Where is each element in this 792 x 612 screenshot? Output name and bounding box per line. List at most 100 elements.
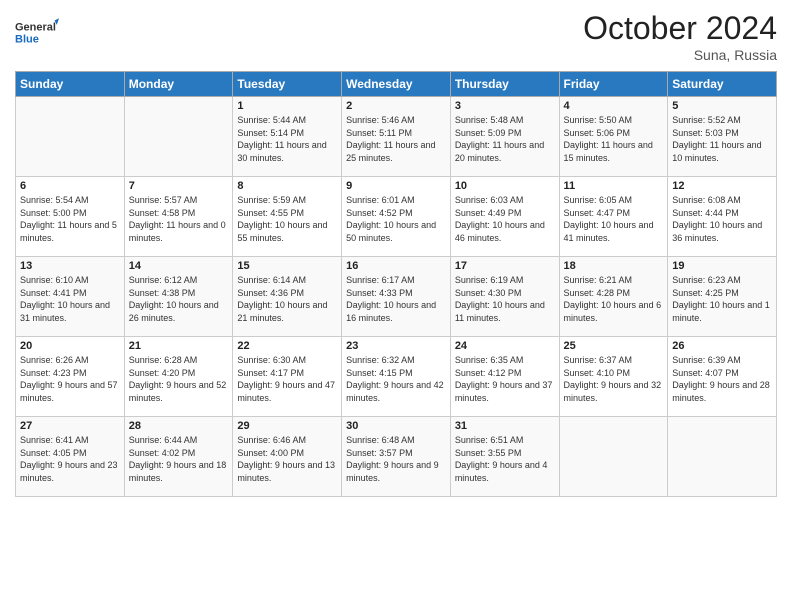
table-row: 18 Sunrise: 6:21 AMSunset: 4:28 PMDaylig… — [559, 257, 668, 337]
svg-text:General: General — [15, 21, 56, 33]
day-info: Sunrise: 6:01 AMSunset: 4:52 PMDaylight:… — [346, 194, 446, 244]
table-row: 9 Sunrise: 6:01 AMSunset: 4:52 PMDayligh… — [342, 177, 451, 257]
table-row: 31 Sunrise: 6:51 AMSunset: 3:55 PMDaylig… — [450, 417, 559, 497]
table-row: 14 Sunrise: 6:12 AMSunset: 4:38 PMDaylig… — [124, 257, 233, 337]
day-number: 9 — [346, 180, 446, 192]
day-info: Sunrise: 5:59 AMSunset: 4:55 PMDaylight:… — [237, 194, 337, 244]
day-number: 15 — [237, 260, 337, 272]
location: Suna, Russia — [583, 47, 777, 63]
day-info: Sunrise: 6:51 AMSunset: 3:55 PMDaylight:… — [455, 434, 555, 484]
table-row: 15 Sunrise: 6:14 AMSunset: 4:36 PMDaylig… — [233, 257, 342, 337]
table-row: 25 Sunrise: 6:37 AMSunset: 4:10 PMDaylig… — [559, 337, 668, 417]
day-number: 22 — [237, 340, 337, 352]
calendar-table: Sunday Monday Tuesday Wednesday Thursday… — [15, 71, 777, 497]
day-number: 5 — [672, 100, 772, 112]
day-number: 30 — [346, 420, 446, 432]
day-info: Sunrise: 5:54 AMSunset: 5:00 PMDaylight:… — [20, 194, 120, 244]
day-number: 6 — [20, 180, 120, 192]
day-number: 27 — [20, 420, 120, 432]
day-info: Sunrise: 6:08 AMSunset: 4:44 PMDaylight:… — [672, 194, 772, 244]
day-info: Sunrise: 5:48 AMSunset: 5:09 PMDaylight:… — [455, 114, 555, 164]
day-number: 11 — [564, 180, 664, 192]
day-number: 12 — [672, 180, 772, 192]
table-row: 20 Sunrise: 6:26 AMSunset: 4:23 PMDaylig… — [16, 337, 125, 417]
table-row — [124, 97, 233, 177]
table-row: 19 Sunrise: 6:23 AMSunset: 4:25 PMDaylig… — [668, 257, 777, 337]
table-row: 24 Sunrise: 6:35 AMSunset: 4:12 PMDaylig… — [450, 337, 559, 417]
day-info: Sunrise: 6:03 AMSunset: 4:49 PMDaylight:… — [455, 194, 555, 244]
day-info: Sunrise: 6:19 AMSunset: 4:30 PMDaylight:… — [455, 274, 555, 324]
logo: General Blue — [15, 10, 59, 54]
table-row: 7 Sunrise: 5:57 AMSunset: 4:58 PMDayligh… — [124, 177, 233, 257]
table-row: 17 Sunrise: 6:19 AMSunset: 4:30 PMDaylig… — [450, 257, 559, 337]
day-info: Sunrise: 6:05 AMSunset: 4:47 PMDaylight:… — [564, 194, 664, 244]
day-number: 13 — [20, 260, 120, 272]
day-info: Sunrise: 6:28 AMSunset: 4:20 PMDaylight:… — [129, 354, 229, 404]
day-number: 26 — [672, 340, 772, 352]
day-number: 19 — [672, 260, 772, 272]
day-info: Sunrise: 6:21 AMSunset: 4:28 PMDaylight:… — [564, 274, 664, 324]
day-number: 3 — [455, 100, 555, 112]
day-number: 31 — [455, 420, 555, 432]
day-number: 7 — [129, 180, 229, 192]
table-row: 2 Sunrise: 5:46 AMSunset: 5:11 PMDayligh… — [342, 97, 451, 177]
day-info: Sunrise: 6:46 AMSunset: 4:00 PMDaylight:… — [237, 434, 337, 484]
day-info: Sunrise: 6:44 AMSunset: 4:02 PMDaylight:… — [129, 434, 229, 484]
table-row: 1 Sunrise: 5:44 AMSunset: 5:14 PMDayligh… — [233, 97, 342, 177]
day-number: 21 — [129, 340, 229, 352]
day-info: Sunrise: 6:17 AMSunset: 4:33 PMDaylight:… — [346, 274, 446, 324]
day-info: Sunrise: 5:52 AMSunset: 5:03 PMDaylight:… — [672, 114, 772, 164]
day-info: Sunrise: 6:30 AMSunset: 4:17 PMDaylight:… — [237, 354, 337, 404]
day-info: Sunrise: 5:46 AMSunset: 5:11 PMDaylight:… — [346, 114, 446, 164]
page-header: General Blue October 2024 Suna, Russia — [15, 10, 777, 63]
header-tuesday: Tuesday — [233, 72, 342, 97]
header-sunday: Sunday — [16, 72, 125, 97]
table-row: 22 Sunrise: 6:30 AMSunset: 4:17 PMDaylig… — [233, 337, 342, 417]
table-row: 26 Sunrise: 6:39 AMSunset: 4:07 PMDaylig… — [668, 337, 777, 417]
day-number: 10 — [455, 180, 555, 192]
table-row: 29 Sunrise: 6:46 AMSunset: 4:00 PMDaylig… — [233, 417, 342, 497]
month-title: October 2024 — [583, 10, 777, 47]
table-row: 11 Sunrise: 6:05 AMSunset: 4:47 PMDaylig… — [559, 177, 668, 257]
day-number: 24 — [455, 340, 555, 352]
table-row: 30 Sunrise: 6:48 AMSunset: 3:57 PMDaylig… — [342, 417, 451, 497]
day-number: 2 — [346, 100, 446, 112]
table-row: 21 Sunrise: 6:28 AMSunset: 4:20 PMDaylig… — [124, 337, 233, 417]
day-info: Sunrise: 5:50 AMSunset: 5:06 PMDaylight:… — [564, 114, 664, 164]
day-number: 20 — [20, 340, 120, 352]
day-number: 4 — [564, 100, 664, 112]
svg-text:Blue: Blue — [15, 33, 39, 45]
table-row: 27 Sunrise: 6:41 AMSunset: 4:05 PMDaylig… — [16, 417, 125, 497]
day-info: Sunrise: 6:37 AMSunset: 4:10 PMDaylight:… — [564, 354, 664, 404]
table-row — [16, 97, 125, 177]
day-number: 28 — [129, 420, 229, 432]
day-number: 14 — [129, 260, 229, 272]
day-info: Sunrise: 6:12 AMSunset: 4:38 PMDaylight:… — [129, 274, 229, 324]
day-info: Sunrise: 6:26 AMSunset: 4:23 PMDaylight:… — [20, 354, 120, 404]
day-number: 23 — [346, 340, 446, 352]
day-number: 17 — [455, 260, 555, 272]
table-row — [668, 417, 777, 497]
day-info: Sunrise: 5:44 AMSunset: 5:14 PMDaylight:… — [237, 114, 337, 164]
header-wednesday: Wednesday — [342, 72, 451, 97]
day-info: Sunrise: 6:35 AMSunset: 4:12 PMDaylight:… — [455, 354, 555, 404]
day-number: 1 — [237, 100, 337, 112]
day-number: 8 — [237, 180, 337, 192]
calendar-body: 1 Sunrise: 5:44 AMSunset: 5:14 PMDayligh… — [16, 97, 777, 497]
header-thursday: Thursday — [450, 72, 559, 97]
day-info: Sunrise: 6:39 AMSunset: 4:07 PMDaylight:… — [672, 354, 772, 404]
day-info: Sunrise: 6:14 AMSunset: 4:36 PMDaylight:… — [237, 274, 337, 324]
table-row — [559, 417, 668, 497]
table-row: 13 Sunrise: 6:10 AMSunset: 4:41 PMDaylig… — [16, 257, 125, 337]
table-row: 4 Sunrise: 5:50 AMSunset: 5:06 PMDayligh… — [559, 97, 668, 177]
day-info: Sunrise: 6:10 AMSunset: 4:41 PMDaylight:… — [20, 274, 120, 324]
table-row: 28 Sunrise: 6:44 AMSunset: 4:02 PMDaylig… — [124, 417, 233, 497]
table-row: 5 Sunrise: 5:52 AMSunset: 5:03 PMDayligh… — [668, 97, 777, 177]
table-row: 3 Sunrise: 5:48 AMSunset: 5:09 PMDayligh… — [450, 97, 559, 177]
day-number: 18 — [564, 260, 664, 272]
day-number: 29 — [237, 420, 337, 432]
header-friday: Friday — [559, 72, 668, 97]
table-row: 23 Sunrise: 6:32 AMSunset: 4:15 PMDaylig… — [342, 337, 451, 417]
header-monday: Monday — [124, 72, 233, 97]
table-row: 16 Sunrise: 6:17 AMSunset: 4:33 PMDaylig… — [342, 257, 451, 337]
